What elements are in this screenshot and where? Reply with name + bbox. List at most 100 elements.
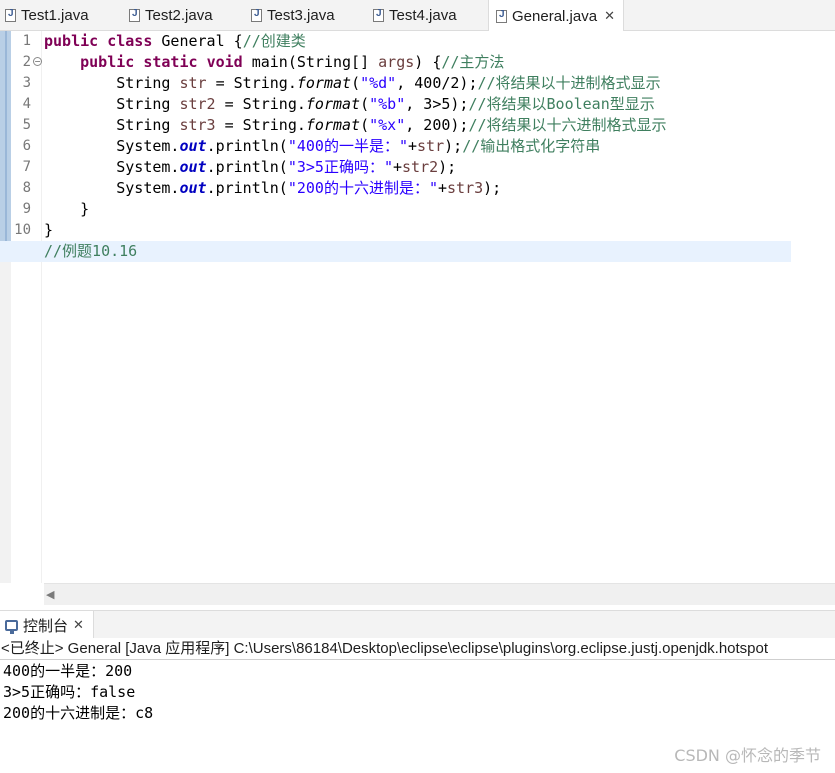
code-token: System. [44, 158, 180, 176]
tab-test3-java[interactable]: Test3.java [251, 0, 335, 31]
code-token: out [179, 158, 207, 176]
tab-label: Test4.java [389, 7, 457, 24]
code-token: String [44, 95, 180, 113]
code-token: ); [444, 137, 463, 155]
code-token: General { [152, 32, 243, 50]
code-token: str2 [179, 95, 216, 113]
console-tab-label: 控制台 [23, 617, 69, 635]
code-token: , 400/2); [396, 74, 478, 92]
fold-toggle-icon[interactable]: − [33, 57, 42, 66]
code-token: public [80, 53, 135, 71]
tab-test2-java[interactable]: Test2.java [129, 0, 213, 31]
code-token: str3 [447, 179, 484, 197]
console-status-header: <已终止> General [Java 应用程序] C:\Users\86184… [0, 638, 835, 660]
code-line[interactable]: String str3 = String.format("%x", 200);/… [44, 115, 667, 136]
code-token: ( [360, 95, 370, 113]
line-number: 7 [22, 159, 31, 175]
watermark: CSDN @怀念的季节 [674, 746, 821, 765]
code-token: //主方法 [441, 53, 505, 71]
code-line[interactable]: } [44, 220, 53, 241]
code-line[interactable]: //例题10.16 [0, 241, 791, 262]
tab-label: General.java [512, 7, 598, 25]
code-token: + [393, 158, 403, 176]
code-token: , 3>5); [405, 95, 469, 113]
tab-console[interactable]: 控制台 ✕ [0, 611, 94, 639]
line-number: 9 [22, 201, 31, 217]
code-token: str3 [179, 116, 216, 134]
code-token: //将结果以十六进制格式显示 [468, 116, 667, 134]
code-line[interactable]: String str = String.format("%d", 400/2);… [44, 73, 660, 94]
close-icon[interactable]: ✕ [604, 9, 615, 24]
code-token: out [179, 179, 207, 197]
console-icon [5, 619, 18, 634]
code-line[interactable]: } [44, 199, 89, 220]
java-file-icon [129, 8, 140, 22]
code-token: args [378, 53, 415, 71]
scroll-left-icon[interactable]: ◀ [46, 588, 54, 601]
code-token: System. [44, 137, 180, 155]
code-token: str2 [402, 158, 439, 176]
code-token: } [44, 200, 90, 218]
java-file-icon [251, 8, 262, 22]
code-token: "200的十六进制是：" [287, 179, 438, 197]
code-token: format [305, 95, 361, 113]
line-number: 6 [22, 138, 31, 154]
horizontal-scrollbar[interactable]: ◀ [44, 583, 835, 605]
code-line[interactable]: public class General {//创建类 [44, 31, 306, 52]
code-token: //例题10.16 [44, 242, 138, 260]
tab-general-java[interactable]: General.java ✕ [488, 0, 624, 32]
code-token: public [44, 32, 99, 50]
code-token: "400的一半是：" [287, 137, 408, 155]
code-token: String [44, 116, 180, 134]
line-number: 3 [22, 75, 31, 91]
code-line[interactable]: System.out.println("3>5正确吗："+str2); [44, 157, 456, 178]
code-token: .println( [206, 137, 288, 155]
code-token: = String. [206, 74, 297, 92]
code-line[interactable]: String str2 = String.format("%b", 3>5);/… [44, 94, 655, 115]
code-token: "3>5正确吗：" [287, 158, 393, 176]
java-file-icon [496, 9, 507, 23]
code-line[interactable]: System.out.println("200的十六进制是："+str3); [44, 178, 501, 199]
code-token: ) { [414, 53, 442, 71]
code-token: + [438, 179, 448, 197]
line-number: 4 [22, 96, 31, 112]
code-token: static [143, 53, 198, 71]
code-token: out [179, 137, 207, 155]
line-number: 8 [22, 180, 31, 196]
console-output-line: 3>5正确吗：false [3, 683, 136, 701]
code-token: //将结果以Boolean型显示 [468, 95, 655, 113]
overview-ruler [0, 31, 11, 583]
code-token: .println( [206, 179, 288, 197]
tab-test4-java[interactable]: Test4.java [373, 0, 457, 31]
code-token: ); [483, 179, 502, 197]
console-output-line: 400的一半是：200 [3, 662, 133, 680]
code-token: .println( [206, 158, 288, 176]
java-file-icon [373, 8, 384, 22]
line-number: 5 [22, 117, 31, 133]
code-token: str [417, 137, 445, 155]
tab-label: Test3.java [267, 7, 335, 24]
code-token: void [206, 53, 243, 71]
line-number: 1 [22, 33, 31, 49]
code-token: String [44, 74, 180, 92]
code-line[interactable]: System.out.println("400的一半是："+str);//输出格… [44, 136, 600, 157]
close-icon[interactable]: ✕ [73, 618, 84, 633]
code-token: class [107, 32, 153, 50]
code-token: format [296, 74, 352, 92]
code-token: //输出格式化字符串 [462, 137, 601, 155]
code-token: "%d" [360, 74, 397, 92]
code-line[interactable]: public static void main(String[] args) {… [44, 52, 504, 73]
code-token: = String. [215, 116, 306, 134]
code-token: ); [438, 158, 457, 176]
editor-tab-bar: Test1.java Test2.java Test3.java Test4.j… [0, 0, 835, 32]
code-token: } [44, 221, 54, 239]
scope-indicator [0, 31, 11, 241]
console-tab-bar: 控制台 ✕ [0, 610, 835, 639]
tab-label: Test1.java [21, 7, 89, 24]
code-editor[interactable]: 12−34567891011 public class General {//创… [0, 31, 835, 605]
tab-test1-java[interactable]: Test1.java [5, 0, 89, 31]
